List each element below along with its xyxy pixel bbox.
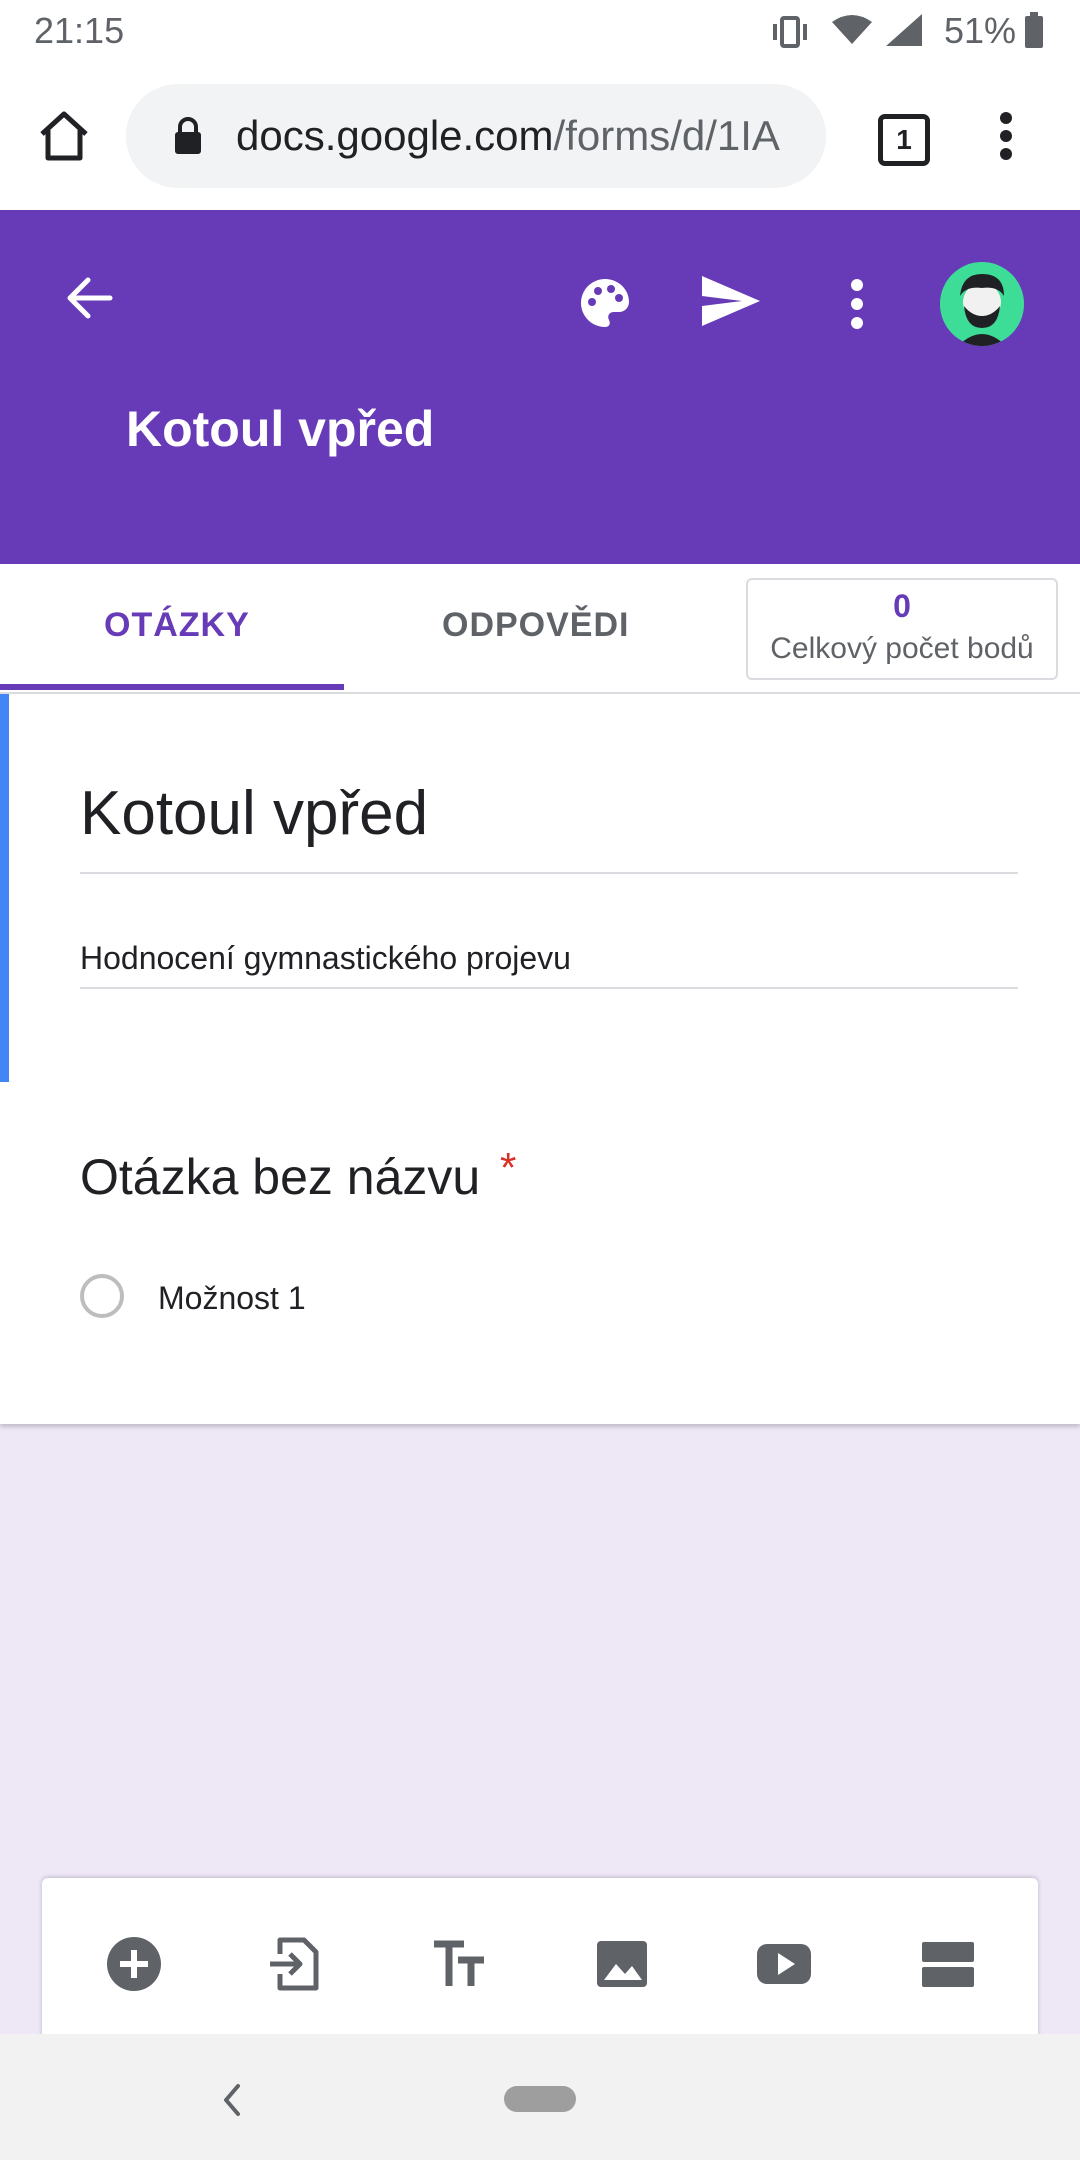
lock-icon [175, 117, 201, 154]
nav-home-pill[interactable] [504, 2086, 576, 2112]
form-header-bar [0, 210, 1080, 564]
option-radio[interactable] [80, 1274, 124, 1318]
battery-icon [1025, 12, 1043, 48]
selected-card-indicator [0, 694, 9, 1082]
active-tab-indicator [0, 684, 344, 690]
add-question-icon[interactable] [104, 1934, 164, 1994]
total-points-value: 0 [893, 588, 911, 624]
image-icon[interactable] [592, 1934, 652, 1994]
question-card[interactable] [0, 1082, 1080, 1424]
total-points-box: 0 Celkový počet bodů [746, 578, 1058, 680]
status-time: 21:15 [34, 10, 125, 51]
palette-icon[interactable] [578, 276, 632, 330]
tab-responses[interactable]: ODPOVĚDI [442, 606, 629, 645]
tab-questions[interactable]: OTÁZKY [104, 606, 250, 645]
question-title[interactable]: Otázka bez názvu [80, 1148, 480, 1206]
url-text[interactable]: docs.google.com/forms/d/1IA [236, 112, 806, 168]
form-description-underline [80, 987, 1018, 989]
option-label[interactable]: Možnost 1 [158, 1280, 306, 1317]
header-form-title: Kotoul vpřed [126, 401, 435, 457]
send-icon[interactable] [700, 274, 762, 328]
wifi-icon [832, 15, 872, 44]
form-title-field[interactable]: Kotoul vpřed [80, 778, 428, 849]
more-options-icon[interactable] [846, 278, 868, 330]
required-indicator: * [500, 1144, 517, 1191]
nav-back-icon[interactable] [220, 2082, 244, 2118]
section-icon[interactable] [918, 1934, 978, 1994]
video-icon[interactable] [754, 1934, 814, 1994]
form-title-card[interactable] [0, 694, 1080, 1082]
title-text-icon[interactable] [430, 1934, 490, 1994]
back-arrow-icon[interactable] [66, 276, 114, 320]
import-questions-icon[interactable] [266, 1934, 326, 1994]
battery-percent: 51% [944, 10, 1017, 51]
avatar-face-icon [940, 262, 1024, 346]
home-icon[interactable] [36, 110, 92, 162]
form-description-field[interactable]: Hodnocení gymnastického projevu [80, 940, 571, 977]
cellular-signal-icon [886, 14, 922, 46]
form-title-underline [80, 872, 1018, 874]
add-item-toolbar [42, 1878, 1038, 2038]
browser-menu-icon[interactable] [994, 110, 1018, 162]
avatar[interactable] [940, 262, 1024, 346]
vibrate-icon [773, 16, 807, 48]
tab-switcher-button[interactable]: 1 [878, 114, 930, 166]
total-points-label: Celkový počet bodů [770, 632, 1034, 665]
